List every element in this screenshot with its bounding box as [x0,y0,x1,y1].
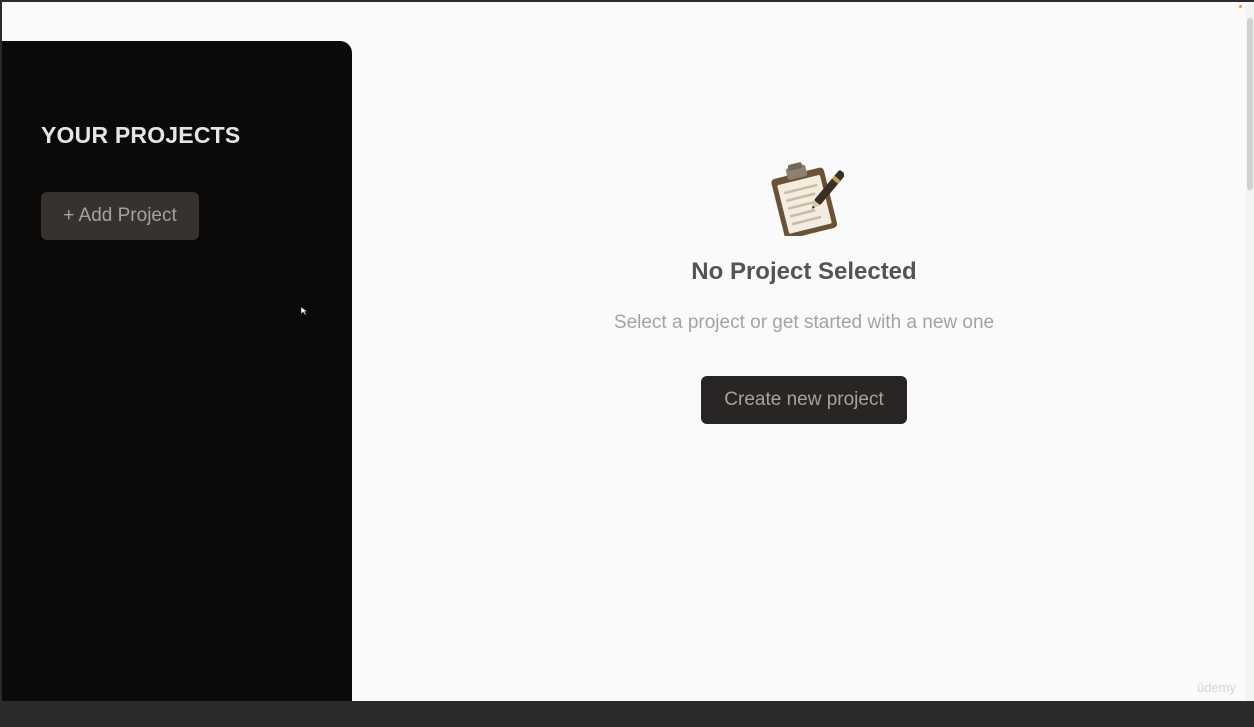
bottom-bar [0,701,1254,727]
app-viewport: YOUR PROJECTS + Add Project No Project S… [0,0,1254,701]
clipboard-icon [771,162,844,236]
add-project-button[interactable]: + Add Project [41,192,199,240]
udemy-watermark: ûdemy [1196,680,1236,695]
sidebar: YOUR PROJECTS + Add Project [2,41,352,701]
status-dot-icon [1239,5,1242,8]
empty-state-subtitle: Select a project or get started with a n… [613,312,995,333]
empty-state-title: No Project Selected [691,258,917,285]
create-new-project-button[interactable]: Create new project [701,376,907,424]
vertical-scrollbar[interactable] [1246,4,1254,701]
sidebar-title: YOUR PROJECTS [41,122,241,148]
mouse-cursor-icon [300,306,308,316]
scrollbar-thumb[interactable] [1247,18,1253,190]
main-content: No Project Selected Select a project or … [352,2,1254,701]
